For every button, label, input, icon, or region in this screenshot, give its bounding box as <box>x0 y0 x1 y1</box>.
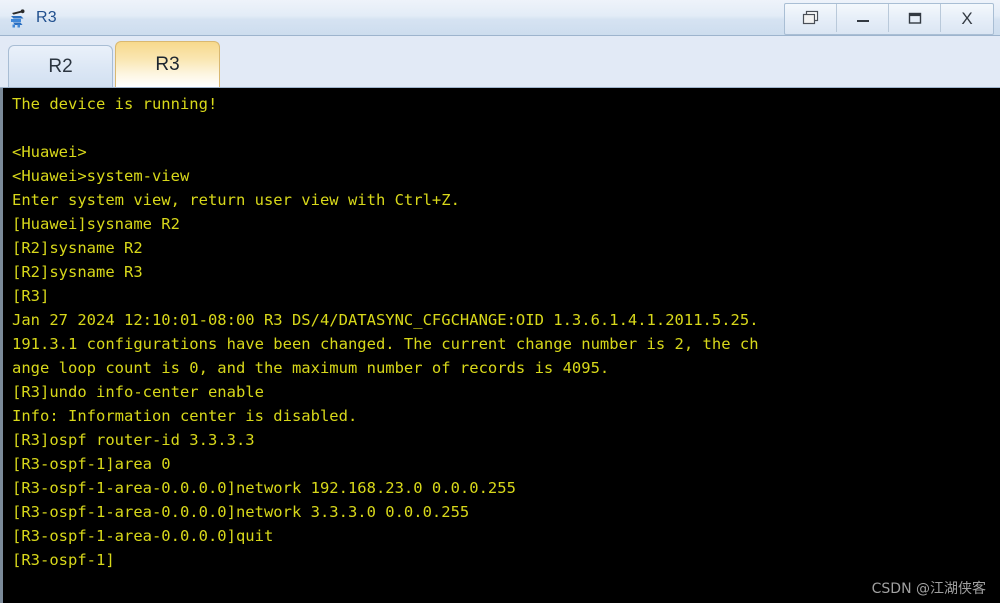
window-title: R3 <box>36 8 57 26</box>
title-bar: R3 X <box>0 0 1000 36</box>
terminal-line: [R2]sysname R3 <box>12 263 143 281</box>
terminal-line: [R3-ospf-1-area-0.0.0.0]network 3.3.3.0 … <box>12 503 470 521</box>
tab-strip: R2 R3 <box>0 36 1000 88</box>
title-bar-left: R3 <box>0 7 57 29</box>
terminal-line: <Huawei>system-view <box>12 167 190 185</box>
minimize-button[interactable] <box>837 4 889 32</box>
tab-r2-label: R2 <box>48 55 73 77</box>
terminal-line: [R3]undo info-center enable <box>12 383 264 401</box>
terminal-line: [R3-ospf-1] <box>12 551 115 569</box>
router-device-icon <box>8 7 30 29</box>
tab-r3-label: R3 <box>155 53 180 75</box>
close-button[interactable]: X <box>941 4 993 32</box>
terminal-line: <Huawei> <box>12 143 87 161</box>
maximize-button[interactable] <box>889 4 941 32</box>
close-icon-label: X <box>961 8 973 28</box>
terminal-line: [Huawei]sysname R2 <box>12 215 180 233</box>
terminal-line: [R3]ospf router-id 3.3.3.3 <box>12 431 255 449</box>
terminal-line: 191.3.1 configurations have been changed… <box>12 335 759 353</box>
terminal-output-area[interactable]: The device is running! <Huawei> <Huawei>… <box>0 88 1000 603</box>
terminal-line: Jan 27 2024 12:10:01-08:00 R3 DS/4/DATAS… <box>12 311 759 329</box>
tab-r2[interactable]: R2 <box>8 45 113 87</box>
terminal-line: [R2]sysname R2 <box>12 239 143 257</box>
terminal-line: Info: Information center is disabled. <box>12 407 358 425</box>
window-controls: X <box>784 3 994 35</box>
terminal-line: [R3-ospf-1-area-0.0.0.0]quit <box>12 527 274 545</box>
terminal-lines: The device is running! <Huawei> <Huawei>… <box>3 92 1000 603</box>
terminal-line: ange loop count is 0, and the maximum nu… <box>12 359 610 377</box>
restore-down-button[interactable] <box>785 4 837 32</box>
terminal-line: Enter system view, return user view with… <box>12 191 460 209</box>
console-window: R3 X R2 R3 The device is running! <Huawe… <box>0 0 1000 603</box>
tab-r3[interactable]: R3 <box>115 41 220 87</box>
terminal-line: [R3-ospf-1]area 0 <box>12 455 171 473</box>
watermark: CSDN @江湖侠客 <box>871 581 986 597</box>
terminal-line: [R3-ospf-1-area-0.0.0.0]network 192.168.… <box>12 479 516 497</box>
terminal-line: [R3] <box>12 287 50 305</box>
terminal-line: The device is running! <box>12 95 218 113</box>
